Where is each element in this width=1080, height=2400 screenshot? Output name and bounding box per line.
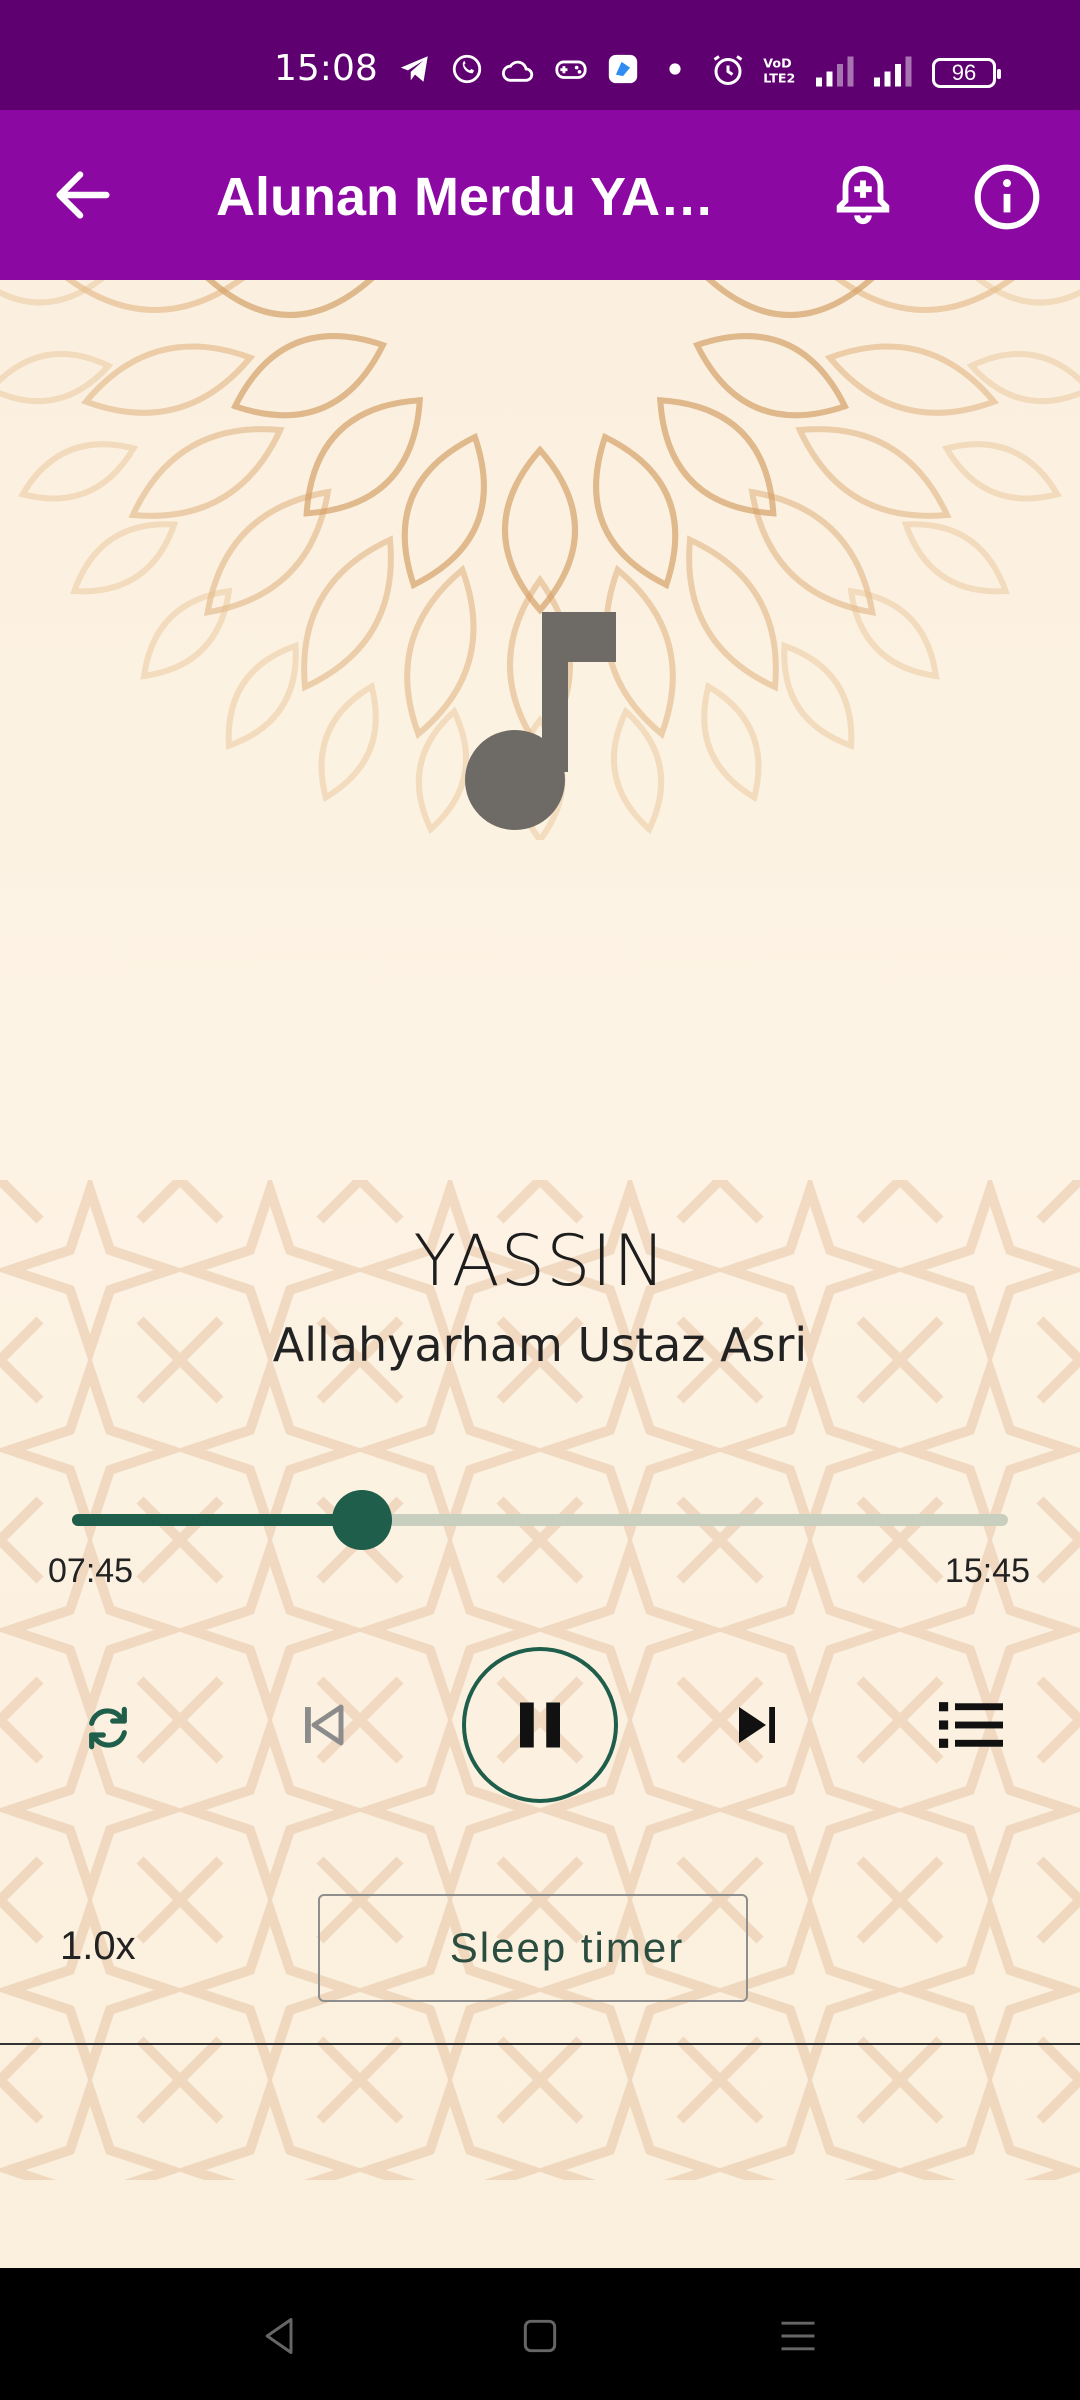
battery-indicator: 96 bbox=[932, 57, 1001, 88]
next-button[interactable] bbox=[724, 1692, 790, 1758]
mandala-petal bbox=[824, 343, 1000, 416]
mandala-petal bbox=[748, 488, 877, 617]
gamepad-icon bbox=[552, 50, 590, 88]
sleep-timer-button[interactable]: Sleep timer bbox=[318, 1894, 748, 2002]
playback-speed-button[interactable]: 1.0x bbox=[60, 1924, 136, 1969]
info-button[interactable] bbox=[970, 160, 1044, 234]
track-artist: Allahyarham Ustaz Asri bbox=[272, 1318, 808, 1372]
mandala-petal bbox=[941, 441, 1062, 502]
mandala-petal bbox=[0, 280, 106, 306]
seek-thumb[interactable] bbox=[332, 1490, 393, 1550]
skip-next-icon bbox=[739, 1707, 775, 1743]
pause-icon bbox=[520, 1702, 560, 1748]
mandala-petal bbox=[966, 351, 1080, 405]
bell-add-icon bbox=[836, 165, 890, 225]
svg-text:LTE2: LTE2 bbox=[763, 71, 795, 86]
telegram-icon bbox=[396, 50, 434, 88]
nav-back-icon[interactable] bbox=[258, 2314, 302, 2358]
sleep-timer-label: Sleep timer bbox=[449, 1924, 685, 1971]
mandala-petal bbox=[502, 445, 578, 615]
mandala-petal bbox=[847, 587, 940, 680]
mandala-petal bbox=[140, 587, 233, 680]
queue-button[interactable] bbox=[934, 1692, 1008, 1758]
mandala-petal bbox=[686, 535, 779, 692]
mandala-petal bbox=[781, 641, 855, 750]
mandala-petal bbox=[974, 280, 1080, 306]
app-bar: Alunan Merdu YASSIN bbox=[0, 110, 1080, 280]
nav-home-icon[interactable] bbox=[518, 2314, 562, 2358]
total-duration: 15:45 bbox=[944, 1552, 1030, 1590]
back-arrow-icon bbox=[56, 171, 110, 219]
elapsed-time: 07:45 bbox=[48, 1552, 134, 1590]
svg-text:VoD: VoD bbox=[763, 55, 791, 70]
mandala-petal bbox=[795, 426, 952, 519]
mandala-petal bbox=[80, 343, 256, 416]
system-navigation-bar bbox=[0, 2268, 1080, 2400]
mandala-petal bbox=[70, 521, 179, 595]
seek-progress bbox=[72, 1514, 363, 1526]
skip-previous-icon bbox=[305, 1704, 344, 1746]
mandala-petal bbox=[18, 441, 139, 502]
mandala-petal bbox=[692, 333, 850, 419]
notification-icons bbox=[396, 50, 694, 88]
signal-1-icon bbox=[816, 53, 858, 92]
previous-button[interactable] bbox=[290, 1692, 356, 1758]
mandala-petal bbox=[593, 432, 679, 590]
alarm-icon bbox=[710, 52, 746, 93]
add-reminder-button[interactable] bbox=[828, 160, 898, 230]
signal-2-icon bbox=[874, 53, 916, 92]
mandala-petal bbox=[301, 535, 394, 692]
repeat-button[interactable] bbox=[70, 1690, 146, 1766]
mandala-petal bbox=[901, 521, 1010, 595]
mandala-petal bbox=[303, 396, 424, 517]
status-bar: 15:08 VoD LTE2 96 bbox=[0, 0, 1080, 110]
mandala-petal bbox=[401, 432, 487, 590]
repeat-icon bbox=[89, 1706, 127, 1750]
cloud-icon bbox=[500, 50, 538, 88]
status-time: 15:08 bbox=[274, 48, 378, 89]
divider bbox=[0, 2043, 1080, 2045]
whatsapp-icon bbox=[448, 50, 486, 88]
info-icon bbox=[974, 164, 1040, 230]
dot-icon bbox=[656, 50, 694, 88]
mandala-petal bbox=[0, 351, 114, 405]
queue-list-icon bbox=[939, 1702, 1003, 1748]
pause-button[interactable] bbox=[462, 1647, 618, 1803]
volte-icon: VoD LTE2 bbox=[762, 53, 800, 92]
mandala-petal bbox=[230, 333, 388, 419]
mandala-petal bbox=[225, 641, 299, 750]
seek-bar[interactable] bbox=[72, 1490, 1008, 1550]
mandala-petal bbox=[128, 426, 285, 519]
moon-icon bbox=[389, 1926, 412, 1970]
mandala-petal bbox=[656, 396, 777, 517]
nav-menu-icon[interactable] bbox=[776, 2314, 820, 2358]
app-icon bbox=[604, 50, 642, 88]
mandala-petal bbox=[318, 681, 379, 802]
page-title: Alunan Merdu YASSIN bbox=[216, 167, 736, 227]
track-title: YASSIN bbox=[413, 1220, 667, 1302]
mandala-petal bbox=[701, 681, 762, 802]
back-button[interactable] bbox=[48, 160, 118, 230]
mandala-petal bbox=[203, 488, 332, 617]
music-note-icon bbox=[465, 612, 616, 830]
system-status-icons: VoD LTE2 96 bbox=[710, 52, 1001, 93]
